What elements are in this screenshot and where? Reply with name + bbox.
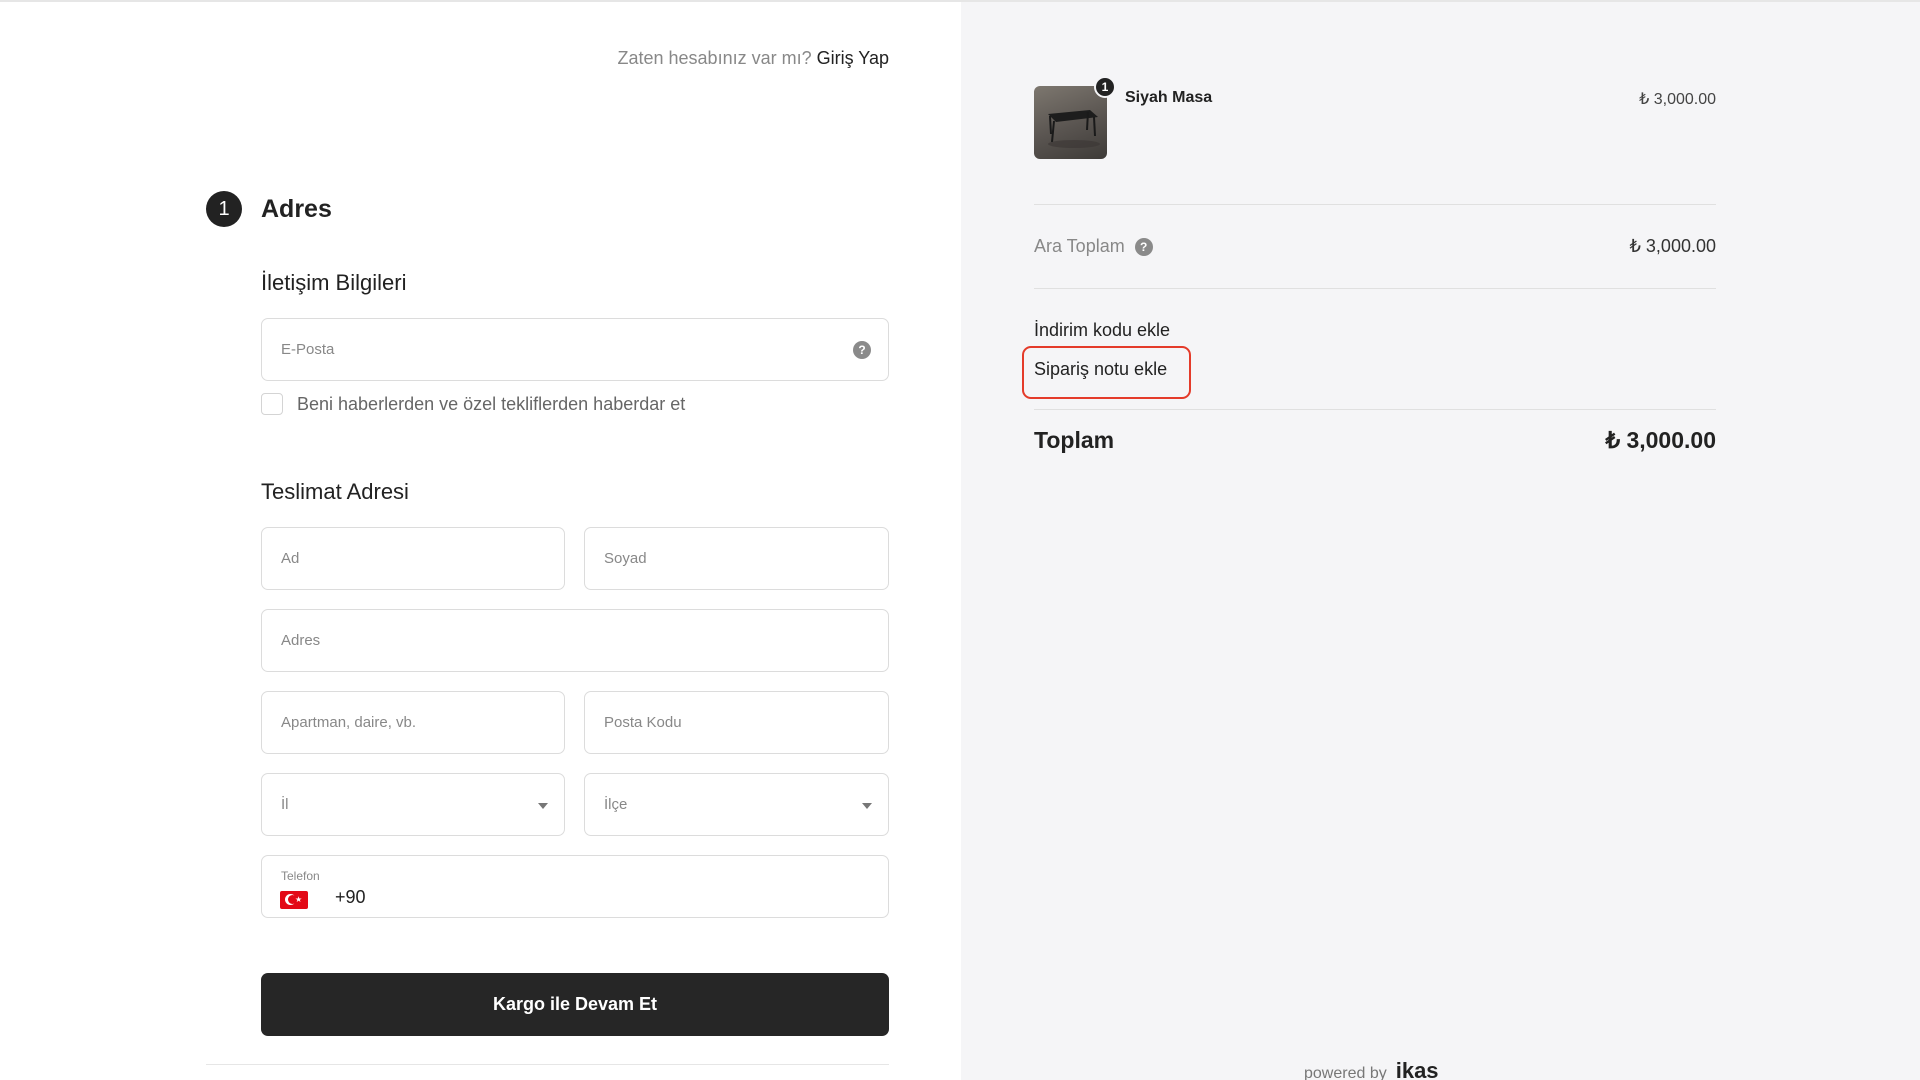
discount-code-link[interactable]: İndirim kodu ekle [1034,320,1170,341]
phone-field[interactable]: Telefon ★ +90 [261,855,889,918]
newsletter-label: Beni haberlerden ve özel tekliflerden ha… [297,393,686,414]
phone-country-code: +90 [335,887,366,907]
divider [1034,409,1716,410]
contact-section-title: İletişim Bilgileri [261,270,407,295]
ikas-logo[interactable]: ikas [1396,1058,1439,1080]
last-name-input[interactable] [604,528,867,589]
continue-shipping-button[interactable]: Kargo ile Devam Et [261,973,889,1036]
subtotal-help-icon[interactable]: ? [1134,237,1153,256]
newsletter-checkbox-row[interactable]: Beni haberlerden ve özel tekliflerden ha… [261,393,685,415]
email-input[interactable] [281,319,867,380]
phone-label: Telefon [281,869,320,883]
email-field[interactable]: ? [261,318,889,381]
district-placeholder: İlçe [604,796,628,813]
total-row: Toplam ₺ 3,000.00 [1034,427,1716,454]
subtotal-label: Ara Toplam [1034,236,1125,256]
subtotal-value: ₺ 3,000.00 [1629,236,1716,256]
first-name-field[interactable] [261,527,565,590]
province-select[interactable]: İl [261,773,565,836]
turkey-flag-icon[interactable]: ★ [280,891,308,909]
step-title: Adres [261,194,332,223]
address-input[interactable] [281,610,867,671]
postal-code-input[interactable] [604,692,867,753]
chevron-down-icon [862,803,872,809]
last-name-field[interactable] [584,527,889,590]
delivery-section-title: Teslimat Adresi [261,479,409,504]
table-image [1048,110,1100,148]
product-price: ₺ 3,000.00 [1639,91,1716,108]
quantity-badge: 1 [1094,76,1116,98]
district-select[interactable]: İlçe [584,773,889,836]
divider [1034,288,1716,289]
postal-code-field[interactable] [584,691,889,754]
order-summary-panel [961,0,1920,1080]
address-field[interactable] [261,609,889,672]
flag-star: ★ [295,895,303,904]
checkout-form-panel: Zaten hesabınız var mı? Giriş Yap 1 Adre… [0,0,961,1080]
product-name: Siyah Masa [1125,89,1213,106]
subtotal-row: Ara Toplam ? ₺ 3,000.00 [1034,236,1716,257]
email-help-icon[interactable]: ? [853,341,871,359]
step-number-badge: 1 [206,191,242,227]
powered-by-footer: powered by ikas [1304,1058,1439,1080]
divider [1034,204,1716,205]
province-placeholder: İl [281,796,289,813]
subtotal-label-group: Ara Toplam ? [1034,236,1153,257]
apartment-input[interactable] [281,692,543,753]
first-name-input[interactable] [281,528,543,589]
divider [206,1064,889,1065]
newsletter-checkbox[interactable] [261,393,283,415]
chevron-down-icon [538,803,548,809]
address-step-header: 1 Adres [206,191,332,227]
login-prompt: Zaten hesabınız var mı? Giriş Yap [618,48,890,69]
apartment-field[interactable] [261,691,565,754]
product-thumbnail [1034,86,1107,159]
total-label: Toplam [1034,427,1115,453]
login-prompt-text: Zaten hesabınız var mı? [617,48,812,68]
login-link[interactable]: Giriş Yap [817,48,889,68]
powered-by-text: powered by [1304,1065,1387,1080]
order-note-link[interactable]: Sipariş notu ekle [1034,359,1167,380]
total-value: ₺ 3,000.00 [1605,427,1716,453]
